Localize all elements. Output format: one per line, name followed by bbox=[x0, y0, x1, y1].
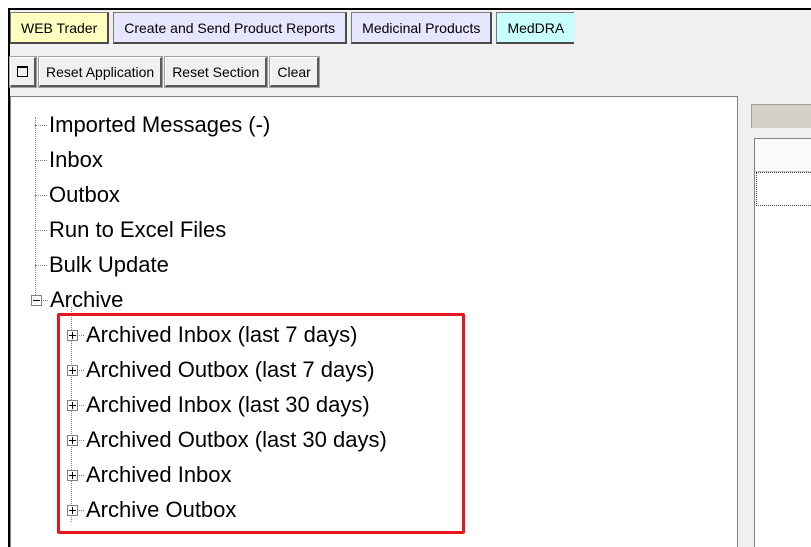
detail-pane bbox=[751, 96, 811, 547]
tab-create-send-product-reports[interactable]: Create and Send Product Reports bbox=[113, 12, 348, 44]
expand-plus-icon[interactable] bbox=[67, 364, 78, 376]
tree-item-label: Archived Inbox (last 7 days) bbox=[86, 322, 358, 347]
clear-button[interactable]: Clear bbox=[269, 56, 320, 88]
tree-item-archived-inbox-30[interactable]: Archived Inbox (last 30 days) bbox=[67, 388, 370, 422]
tree-branch-line bbox=[79, 439, 84, 441]
expand-plus-icon[interactable] bbox=[67, 434, 78, 446]
tree-item-label: Run to Excel Files bbox=[49, 217, 227, 242]
tree-item-label: Archive bbox=[50, 287, 124, 312]
tree-item-archive[interactable]: Archive bbox=[31, 283, 123, 317]
tree-item-archive-outbox[interactable]: Archive Outbox bbox=[67, 493, 236, 527]
tree-branch-line bbox=[43, 299, 48, 301]
tree-item-inbox[interactable]: Inbox bbox=[35, 143, 103, 177]
tree-item-label: Archived Inbox bbox=[86, 462, 232, 487]
tree-branch-line bbox=[79, 334, 84, 336]
detail-grid-focused-cell[interactable] bbox=[756, 172, 811, 206]
expand-plus-icon[interactable] bbox=[67, 399, 78, 411]
expand-plus-icon[interactable] bbox=[67, 329, 78, 341]
tree-item-imported-messages[interactable]: Imported Messages (-) bbox=[35, 108, 270, 142]
tree-branch-line bbox=[79, 369, 84, 371]
tree-branch-line bbox=[35, 229, 47, 231]
tree-item-label: Archived Outbox (last 7 days) bbox=[86, 357, 375, 382]
window-square-button[interactable] bbox=[9, 56, 37, 88]
tree-item-label: Archived Outbox (last 30 days) bbox=[86, 427, 387, 452]
tree-item-outbox[interactable]: Outbox bbox=[35, 178, 120, 212]
detail-grid bbox=[754, 138, 811, 547]
tree-item-archived-outbox-30[interactable]: Archived Outbox (last 30 days) bbox=[67, 423, 387, 457]
expand-plus-icon[interactable] bbox=[67, 469, 78, 481]
reset-section-button[interactable]: Reset Section bbox=[164, 56, 269, 88]
toolbar: Reset Application Reset Section Clear bbox=[9, 56, 320, 88]
tree-branch-line bbox=[79, 474, 84, 476]
detail-grid-column-header bbox=[755, 139, 811, 172]
tab-meddra[interactable]: MedDRA bbox=[496, 12, 575, 44]
tree-branch-line bbox=[79, 404, 84, 406]
tree-item-label: Archive Outbox bbox=[86, 497, 237, 522]
detail-pane-header bbox=[751, 104, 811, 128]
tree-item-label: Bulk Update bbox=[49, 252, 169, 277]
expand-plus-icon[interactable] bbox=[67, 504, 78, 516]
tree-item-label: Archived Inbox (last 30 days) bbox=[86, 392, 370, 417]
tree-branch-line bbox=[79, 509, 84, 511]
tree-branch-line bbox=[35, 159, 47, 161]
navigation-tree: Imported Messages (-) Inbox Outbox Run t… bbox=[10, 96, 738, 547]
tree-item-archived-inbox-7[interactable]: Archived Inbox (last 7 days) bbox=[67, 318, 357, 352]
tree-item-label: Inbox bbox=[49, 147, 103, 172]
tab-web-trader[interactable]: WEB Trader bbox=[10, 12, 110, 44]
window-square-icon bbox=[17, 66, 28, 77]
collapse-minus-icon[interactable] bbox=[31, 294, 42, 306]
tree-branch-line bbox=[35, 194, 47, 196]
tree-item-label: Outbox bbox=[49, 182, 120, 207]
tree-item-label: Imported Messages (-) bbox=[49, 112, 271, 137]
tab-medicinal-products[interactable]: Medicinal Products bbox=[351, 12, 493, 44]
tree-branch-line bbox=[35, 264, 47, 266]
tree-item-bulk-update[interactable]: Bulk Update bbox=[35, 248, 169, 282]
tree-item-archived-outbox-7[interactable]: Archived Outbox (last 7 days) bbox=[67, 353, 375, 387]
reset-application-button[interactable]: Reset Application bbox=[37, 56, 164, 88]
tree-item-run-to-excel-files[interactable]: Run to Excel Files bbox=[35, 213, 226, 247]
tree-branch-line bbox=[35, 124, 47, 126]
module-tab-bar: WEB Trader Create and Send Product Repor… bbox=[10, 12, 575, 44]
tree-item-archived-inbox[interactable]: Archived Inbox bbox=[67, 458, 232, 492]
